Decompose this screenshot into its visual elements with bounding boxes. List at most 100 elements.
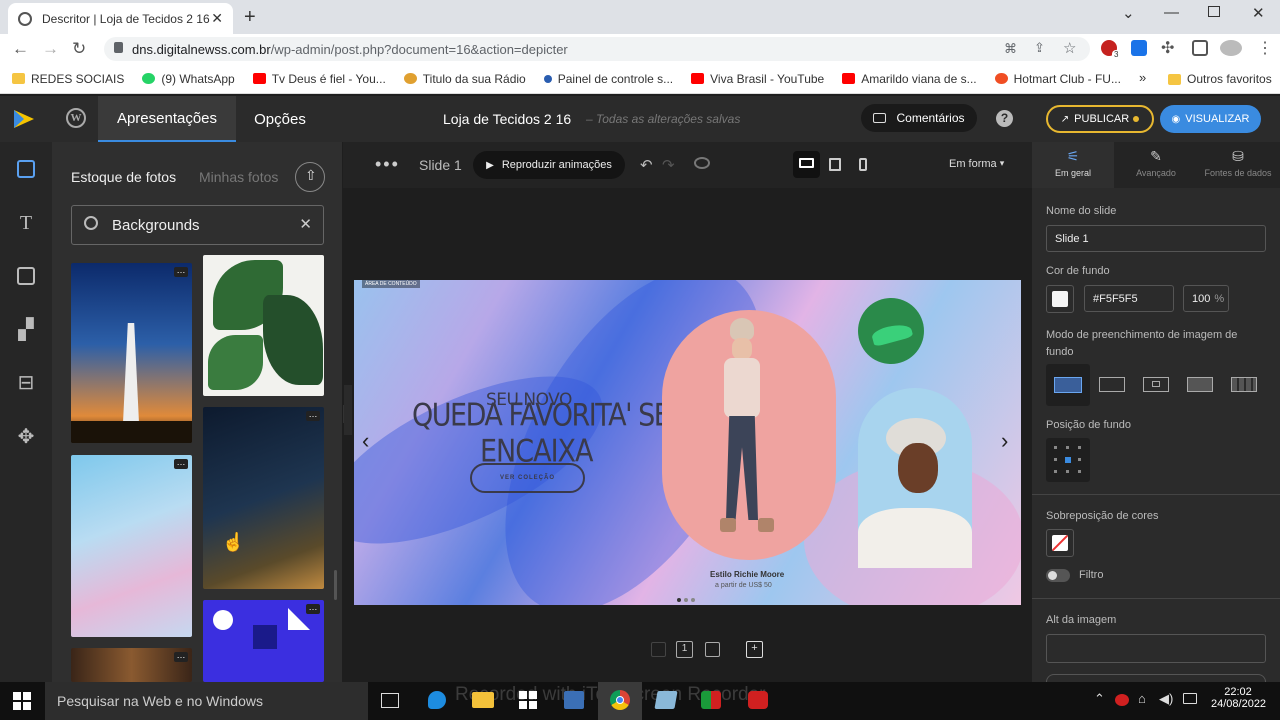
tab-opcoes[interactable]: Opções xyxy=(240,96,320,142)
back-icon[interactable]: ← xyxy=(12,39,29,59)
bookmark-item[interactable]: (9) WhatsApp xyxy=(142,72,235,86)
preview-button[interactable]: ◉ VISUALIZAR xyxy=(1160,105,1261,133)
pagination-dot[interactable] xyxy=(684,598,688,602)
bookmark-item[interactable]: Titulo da sua Rádio xyxy=(403,72,526,86)
reload-icon[interactable]: ↻ xyxy=(72,39,86,59)
tab-stock-photos[interactable]: Estoque de fotos xyxy=(71,169,176,185)
browser-tab[interactable]: Descritor | Loja de Tecidos 2 16 ✕ xyxy=(8,3,233,34)
tray-chat-icon[interactable] xyxy=(1183,693,1197,704)
photo-thumb-lighthouse[interactable]: … xyxy=(71,263,192,443)
hide-icon[interactable] xyxy=(694,157,710,169)
windows-start-icon[interactable] xyxy=(13,692,31,710)
close-tab-icon[interactable]: ✕ xyxy=(211,10,223,27)
other-bookmarks[interactable]: Outros favoritos xyxy=(1168,72,1272,86)
undo-icon[interactable]: ↶ xyxy=(640,156,653,174)
restore-icon[interactable] xyxy=(1208,6,1220,17)
overlay-color-swatch[interactable] xyxy=(1046,529,1074,557)
panel-scrollbar[interactable] xyxy=(334,570,337,600)
redo-icon[interactable]: ↷ xyxy=(662,156,675,174)
photos-icon[interactable] xyxy=(17,160,35,178)
side-panel-icon[interactable] xyxy=(1192,40,1208,56)
video-icon[interactable] xyxy=(17,267,35,285)
tray-overflow-icon[interactable]: ⌃ xyxy=(1094,691,1105,707)
upload-button[interactable]: ⇧ xyxy=(295,162,325,192)
recorder-icon[interactable] xyxy=(748,691,768,709)
pagination-dot[interactable] xyxy=(691,598,695,602)
slide-next-arrow[interactable]: › xyxy=(1001,428,1008,454)
browser-menu-icon[interactable]: ⋮ xyxy=(1257,38,1273,58)
more-icon[interactable]: … xyxy=(174,458,188,469)
text-icon[interactable]: T xyxy=(16,213,36,233)
fit-dropdown[interactable]: Em forma ▾ xyxy=(949,158,1004,170)
taskbar-search-input[interactable]: Pesquisar na Web e no Windows xyxy=(45,682,368,720)
caption-subtitle[interactable]: a partir de US$ 50 xyxy=(715,582,772,589)
photo-thumb-monstera[interactable] xyxy=(203,255,324,396)
new-tab-icon[interactable]: + xyxy=(244,6,256,29)
share-icon[interactable]: ⇪ xyxy=(1034,40,1045,56)
tab-search-chevron-icon[interactable]: ⌄ xyxy=(1122,4,1135,22)
layout-icon[interactable]: ⊟ xyxy=(16,373,36,393)
forward-icon[interactable]: → xyxy=(42,39,59,59)
tab-general[interactable]: ⚟ Em geral xyxy=(1033,148,1113,178)
depicter-logo-icon[interactable] xyxy=(14,110,34,128)
slide-counter[interactable]: 1 xyxy=(676,641,693,658)
pagination-dot-active[interactable] xyxy=(677,598,681,602)
slide-menu-icon[interactable]: ••• xyxy=(375,154,400,175)
more-icon[interactable]: … xyxy=(306,603,320,614)
app-icon[interactable] xyxy=(701,691,721,709)
fill-mode-cover[interactable] xyxy=(1046,364,1090,406)
fill-mode-stretch[interactable] xyxy=(1187,377,1213,392)
more-icon[interactable]: … xyxy=(306,410,320,421)
tab-advanced[interactable]: ✎ Avançado xyxy=(1116,148,1196,178)
edge-icon[interactable] xyxy=(428,691,446,709)
slide-headline-1[interactable]: QUEDA FAVORITA' SE xyxy=(412,398,671,434)
fill-mode-contain[interactable] xyxy=(1099,377,1125,392)
caption-title[interactable]: Estilo Richie Moore xyxy=(710,570,784,579)
tab-my-photos[interactable]: Minhas fotos xyxy=(199,169,278,185)
fill-mode-repeat[interactable] xyxy=(1231,377,1257,392)
tablet-icon[interactable] xyxy=(829,158,841,171)
shapes-icon[interactable]: ▞ xyxy=(16,320,36,340)
translate-icon[interactable]: ⌘ xyxy=(1004,41,1017,57)
bg-position-picker[interactable] xyxy=(1046,438,1090,482)
slide-canvas[interactable]: ÁREA DE CONTEÚDO SEU NOVO QUEDA FAVORITA… xyxy=(354,280,1021,605)
photo-thumb-watercolor[interactable]: … xyxy=(71,455,192,637)
bookmark-item[interactable]: Hotmart Club - FU... xyxy=(994,72,1121,86)
publish-button[interactable]: ↗ PUBLICAR xyxy=(1046,105,1154,133)
play-animations-button[interactable]: ▶ Reproduzir animações xyxy=(473,151,625,179)
prev-slide-icon[interactable] xyxy=(651,642,666,657)
next-slide-icon[interactable] xyxy=(705,642,720,657)
tray-volume-icon[interactable]: ◀) xyxy=(1159,691,1173,707)
comments-button[interactable]: Comentários xyxy=(861,104,977,132)
profile-avatar[interactable] xyxy=(1220,40,1242,56)
tray-clock[interactable]: 22:02 24/08/2022 xyxy=(1211,686,1266,710)
app-icon[interactable] xyxy=(654,691,678,709)
tab-data-sources[interactable]: ⛁ Fontes de dados xyxy=(1198,148,1278,178)
tray-network-icon[interactable]: ⌂ xyxy=(1138,691,1146,706)
tab-apresentacoes[interactable]: Apresentações xyxy=(98,96,236,142)
window-close-icon[interactable]: ✕ xyxy=(1252,4,1265,22)
chrome-icon[interactable] xyxy=(610,690,630,710)
bookmarks-overflow[interactable]: » xyxy=(1139,70,1146,85)
app-icon[interactable] xyxy=(564,691,584,709)
extension-blue-icon[interactable] xyxy=(1131,40,1147,56)
minimize-icon[interactable]: — xyxy=(1164,4,1179,21)
photo-search-input[interactable]: Backgrounds ✕ xyxy=(71,205,324,245)
add-slide-icon[interactable]: + xyxy=(746,641,763,658)
task-view-icon[interactable] xyxy=(381,693,399,708)
model-pill-image[interactable] xyxy=(662,310,836,560)
bookmark-item[interactable]: Painel de controle s... xyxy=(543,72,673,86)
image-alt-input[interactable] xyxy=(1046,634,1266,663)
bg-color-input[interactable]: #F5F5F5 xyxy=(1084,285,1174,312)
more-icon[interactable]: … xyxy=(174,651,188,662)
desktop-view-button[interactable] xyxy=(793,151,820,178)
bg-color-swatch[interactable] xyxy=(1046,285,1074,313)
view-collection-button[interactable]: VER COLEÇÃO xyxy=(470,463,585,493)
clear-search-icon[interactable]: ✕ xyxy=(299,215,312,233)
portrait-arch-image[interactable] xyxy=(858,388,972,568)
store-icon[interactable] xyxy=(519,691,537,709)
bg-opacity-input[interactable]: 100 % xyxy=(1183,285,1229,312)
photo-thumb-bar[interactable]: … xyxy=(71,648,192,682)
canvas-left-handle[interactable] xyxy=(344,385,352,435)
photo-thumb-geometric[interactable]: … xyxy=(203,600,324,682)
